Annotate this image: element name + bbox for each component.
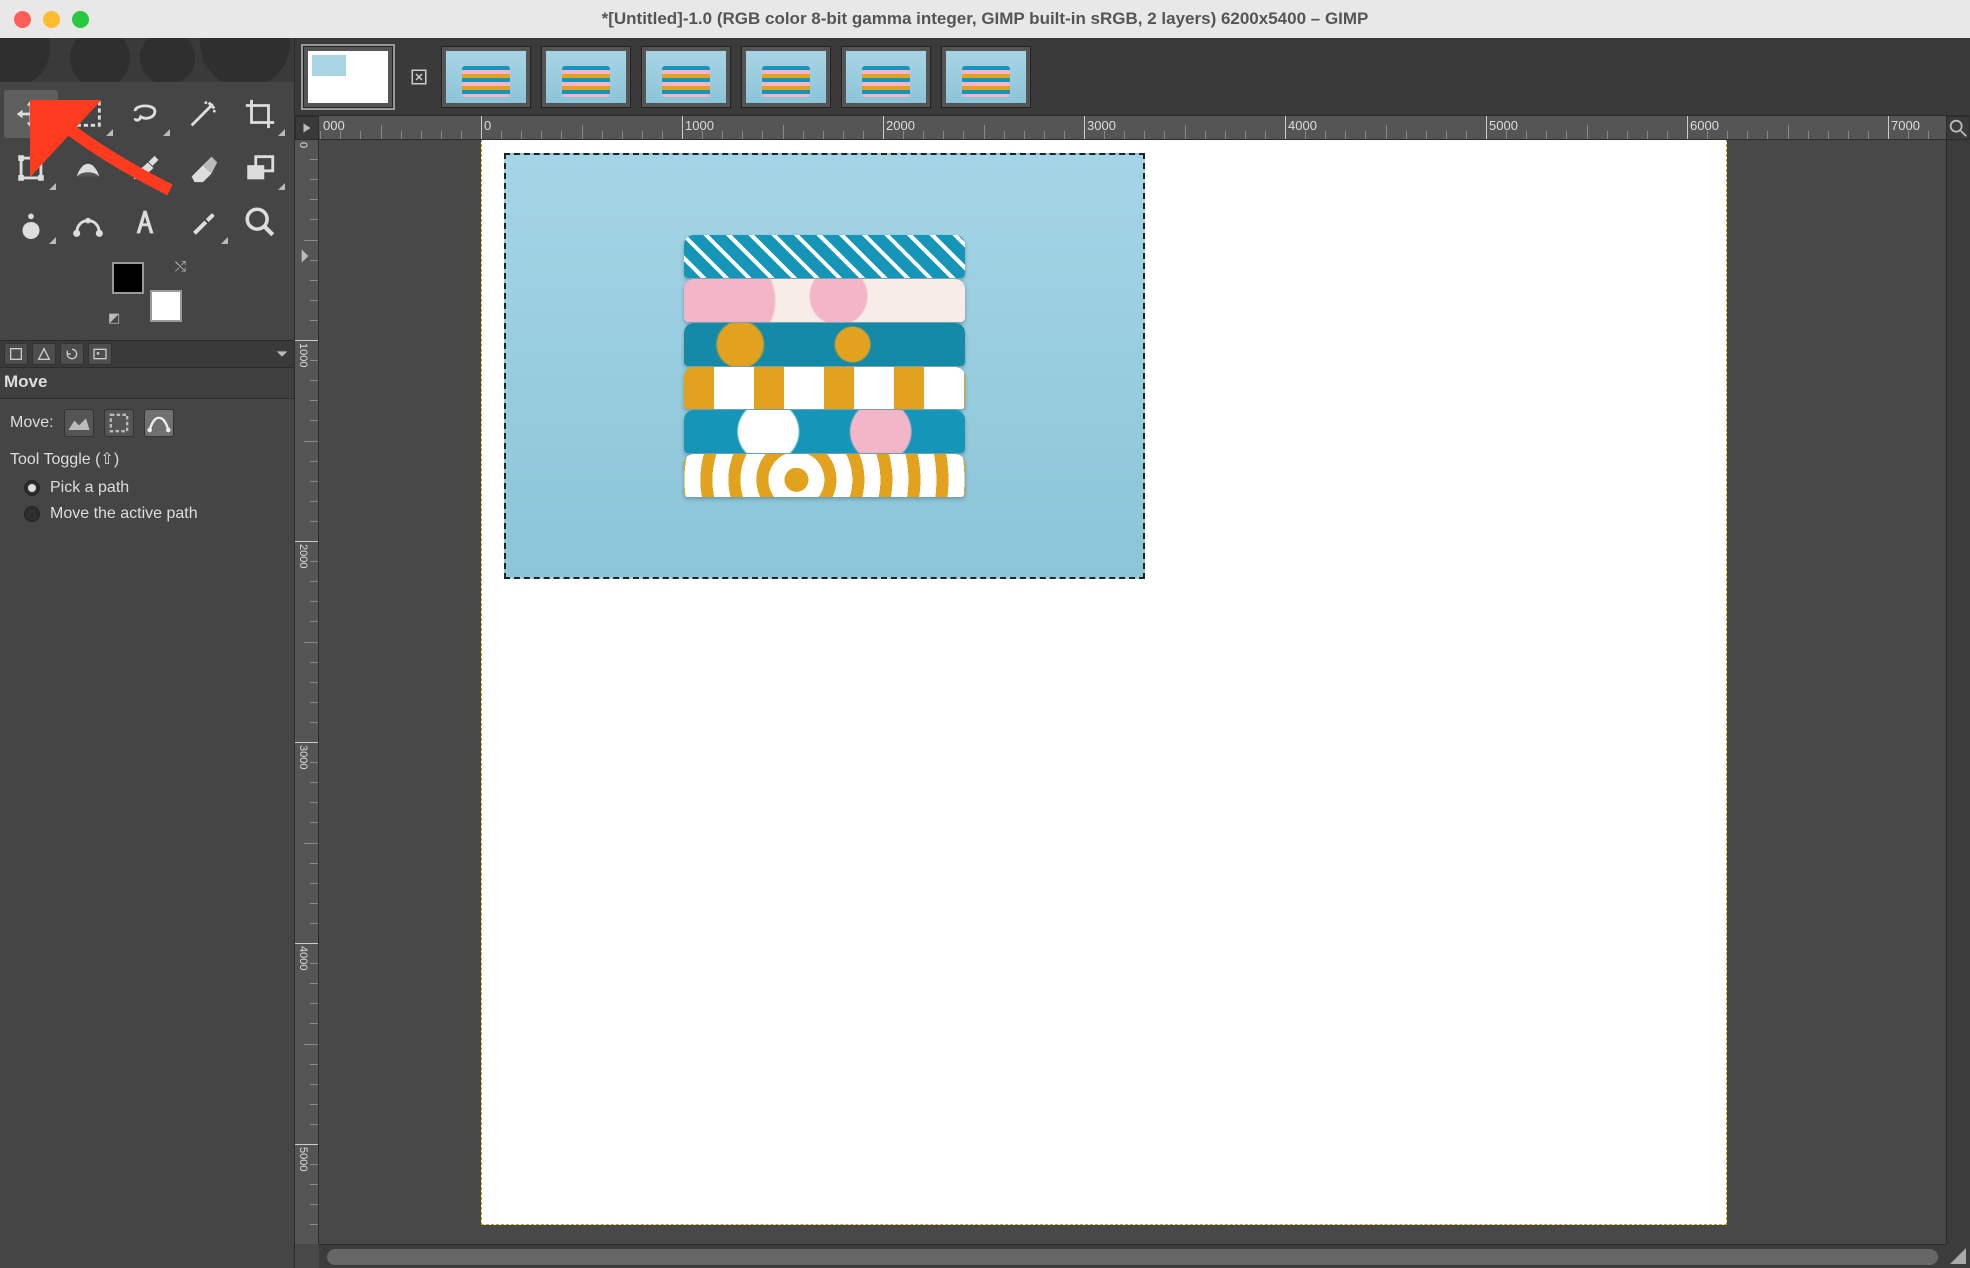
foreground-color-swatch[interactable]	[112, 262, 144, 294]
move-mode-row: Move:	[8, 403, 286, 443]
color-chooser: ⤭ ◩	[0, 250, 294, 340]
default-colors-icon[interactable]: ◩	[108, 310, 120, 326]
pasted-layer[interactable]	[504, 153, 1145, 579]
fabric-stack-image	[684, 235, 964, 497]
ruler-label: 000	[323, 118, 345, 133]
maximize-window-button[interactable]	[72, 11, 89, 28]
vertical-ruler[interactable]: 0 1000 2000 3000 4000 5000	[295, 140, 319, 1244]
rect-select-tool[interactable]	[61, 90, 115, 138]
undo-history-tab[interactable]	[60, 343, 84, 365]
brush-tool[interactable]	[118, 144, 172, 192]
canvas-viewport[interactable]	[319, 140, 1946, 1244]
move-selection-button[interactable]	[104, 409, 134, 437]
tool-options-title: Move	[0, 368, 294, 399]
ruler-label: 6000	[1690, 118, 1719, 133]
horizontal-ruler[interactable]: 00001000200030004000500060007000	[319, 116, 1946, 140]
horizontal-scrollbar[interactable]	[319, 1244, 1946, 1268]
tool-options-body: Move: Tool Toggle (⇧) Pick a path Move th…	[0, 399, 294, 531]
titlebar: *[Untitled]-1.0 (RGB color 8-bit gamma i…	[0, 0, 1970, 38]
radio-icon	[24, 480, 40, 496]
image-tab[interactable]	[441, 46, 531, 108]
close-tab-icon[interactable]	[407, 65, 431, 89]
swap-colors-icon[interactable]: ⤭	[175, 258, 186, 275]
move-tool[interactable]	[4, 90, 58, 138]
navigation-corner-icon[interactable]	[1946, 1244, 1970, 1268]
ruler-label: 2000	[886, 118, 915, 133]
window-title: *[Untitled]-1.0 (RGB color 8-bit gamma i…	[0, 9, 1970, 29]
toolbox-header-decoration	[0, 38, 294, 82]
radio-label: Move the active path	[50, 505, 198, 523]
move-layer-button[interactable]	[64, 409, 94, 437]
path-tool[interactable]	[61, 198, 115, 246]
lasso-select-tool[interactable]	[118, 90, 172, 138]
tool-toggle-radio[interactable]: Move the active path	[8, 501, 286, 527]
minimize-window-button[interactable]	[43, 11, 60, 28]
smudge-tool[interactable]	[4, 198, 58, 246]
clone-tool[interactable]	[233, 144, 287, 192]
image-tab[interactable]	[641, 46, 731, 108]
magic-select-tool[interactable]	[176, 90, 230, 138]
left-panel: ⤭ ◩ Move Move: Tool Toggle (⇧) Pick a pa	[0, 38, 295, 1268]
ruler-label: 3000	[1087, 118, 1116, 133]
tool-toggle-label: Tool Toggle (⇧)	[8, 443, 286, 475]
ruler-label: 5000	[297, 1147, 309, 1171]
quickmask-toggle-icon[interactable]	[295, 246, 315, 266]
ruler-label: 1000	[297, 343, 309, 367]
ruler-label: 7000	[1891, 118, 1920, 133]
canvas[interactable]	[481, 140, 1727, 1225]
ruler-label: 2000	[297, 544, 309, 568]
toolbox	[0, 82, 294, 250]
move-mode-label: Move:	[10, 414, 54, 432]
image-tab[interactable]	[941, 46, 1031, 108]
ruler-label: 4000	[297, 946, 309, 970]
ruler-label: 0	[484, 118, 491, 133]
text-tool[interactable]	[118, 198, 172, 246]
background-color-swatch[interactable]	[150, 290, 182, 322]
vertical-scrollbar[interactable]	[1946, 140, 1970, 1244]
zoom-indicator-button[interactable]	[1946, 116, 1970, 140]
crop-tool[interactable]	[233, 90, 287, 138]
radio-label: Pick a path	[50, 479, 129, 497]
ruler-corner-button[interactable]	[295, 116, 319, 140]
transform-tool[interactable]	[4, 144, 58, 192]
move-path-button[interactable]	[144, 409, 174, 437]
images-tab[interactable]	[88, 343, 112, 365]
tab-menu-icon[interactable]	[274, 346, 290, 362]
ruler-label: 3000	[297, 745, 309, 769]
eyedropper-tool[interactable]	[176, 198, 230, 246]
eraser-tool[interactable]	[176, 144, 230, 192]
tool-options-tab[interactable]	[4, 343, 28, 365]
image-tab[interactable]	[541, 46, 631, 108]
close-window-button[interactable]	[14, 11, 31, 28]
image-tab[interactable]	[741, 46, 831, 108]
canvas-frame: 00001000200030004000500060007000 0100020…	[295, 116, 1970, 1268]
image-tabs-strip	[295, 38, 1970, 116]
tool-options-tabs	[0, 340, 294, 368]
window-controls	[14, 11, 89, 28]
device-status-tab[interactable]	[32, 343, 56, 365]
radio-icon	[24, 506, 40, 522]
ruler-label: 4000	[1288, 118, 1317, 133]
work-area: 00001000200030004000500060007000 0100020…	[295, 38, 1970, 1268]
zoom-tool[interactable]	[233, 198, 287, 246]
image-tab[interactable]	[841, 46, 931, 108]
ruler-label: 1000	[685, 118, 714, 133]
warp-tool[interactable]	[61, 144, 115, 192]
image-tab[interactable]	[303, 46, 393, 108]
tool-toggle-radio[interactable]: Pick a path	[8, 475, 286, 501]
ruler-label: 5000	[1489, 118, 1518, 133]
ruler-label: 0	[297, 142, 309, 148]
